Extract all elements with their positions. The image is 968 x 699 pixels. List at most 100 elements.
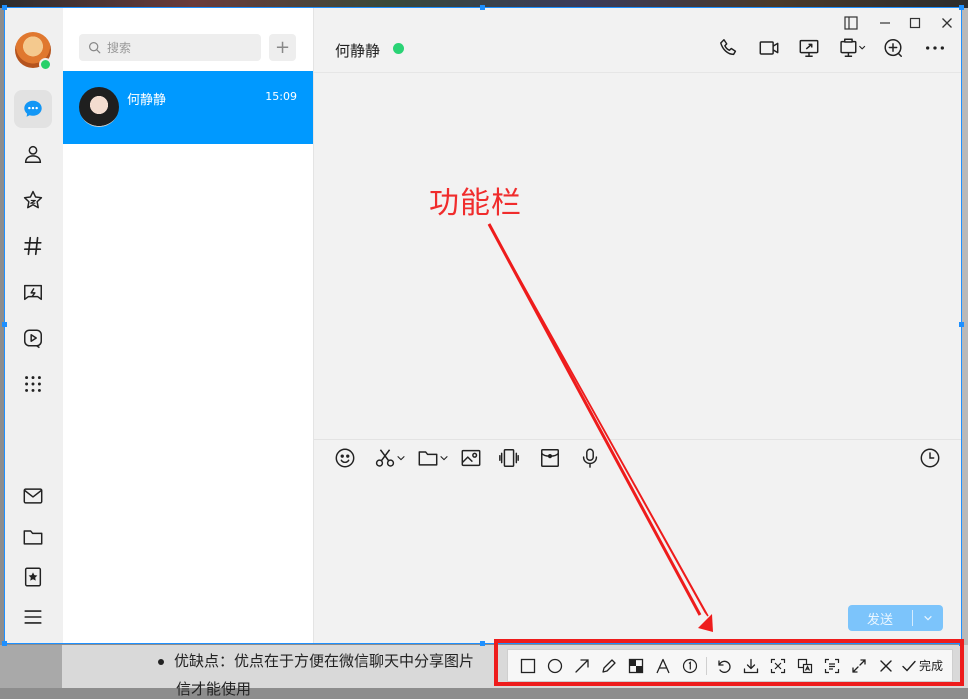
done-label: 完成 xyxy=(919,659,944,673)
voice-call-button[interactable] xyxy=(715,36,743,60)
video-call-button[interactable] xyxy=(755,36,783,60)
rectangle-tool[interactable] xyxy=(514,653,541,679)
save-tool[interactable] xyxy=(737,653,764,679)
minimize-button[interactable] xyxy=(874,12,896,34)
selection-handle[interactable] xyxy=(2,641,7,646)
background-article-text: 优缺点：优点在于方便在微信聊天中分享图片 信才能使用 xyxy=(158,650,474,698)
chevron-down-icon xyxy=(924,615,932,621)
sidebar-item-video[interactable] xyxy=(14,319,52,357)
chat-title: 何静静 xyxy=(335,42,381,60)
circle-icon xyxy=(547,658,562,673)
text-tool[interactable] xyxy=(649,653,676,679)
remote-desktop-icon xyxy=(840,38,866,57)
sidebar-item-contacts[interactable] xyxy=(14,135,52,173)
chevron-down-icon xyxy=(397,455,405,461)
clock-icon xyxy=(920,448,940,468)
add-button[interactable]: + xyxy=(269,34,296,61)
translate-tool[interactable] xyxy=(791,653,818,679)
folder-icon xyxy=(23,530,43,545)
screen-share-icon xyxy=(799,39,819,57)
maximize-button[interactable] xyxy=(904,12,926,34)
sidebar-item-collection[interactable] xyxy=(14,558,52,596)
pencil-icon xyxy=(601,658,616,673)
done-button[interactable]: 完成 xyxy=(899,653,945,679)
red-packet-icon xyxy=(541,449,559,467)
sidebar-item-games[interactable] xyxy=(14,273,52,311)
minimize-icon xyxy=(880,22,890,24)
send-image-button[interactable] xyxy=(460,446,482,470)
apps-grid-icon xyxy=(25,376,41,392)
mosaic-tool[interactable] xyxy=(622,653,649,679)
number-tool[interactable] xyxy=(676,653,703,679)
send-options-button[interactable] xyxy=(913,613,943,623)
sidebar-toggle-icon xyxy=(844,16,858,30)
search-placeholder: 搜索 xyxy=(107,41,132,55)
sidebar-item-apps[interactable] xyxy=(14,365,52,403)
screenshot-button[interactable] xyxy=(374,446,406,470)
add-to-chat-button[interactable] xyxy=(879,36,907,60)
undo-icon xyxy=(717,659,731,673)
send-button[interactable]: 发送 xyxy=(848,605,943,631)
search-input[interactable]: 搜索 xyxy=(79,34,261,61)
selection-handle[interactable] xyxy=(480,5,485,10)
ocr-tool[interactable] xyxy=(818,653,845,679)
close-button[interactable] xyxy=(936,12,958,34)
message-icon xyxy=(24,100,42,117)
pin-icon xyxy=(770,658,785,673)
more-icon xyxy=(926,46,944,50)
voice-message-button[interactable] xyxy=(579,446,601,470)
screen-share-button[interactable] xyxy=(795,36,823,60)
menu-icon xyxy=(24,610,42,624)
qq-window: 搜索 + 何静静 15:09 何静静 发送 xyxy=(4,7,962,644)
selection-handle[interactable] xyxy=(480,641,485,646)
numbered-circle-icon xyxy=(682,658,697,673)
chat-panel: 何静静 发送 xyxy=(314,8,961,643)
check-icon xyxy=(902,660,916,672)
sidebar-item-mail[interactable] xyxy=(14,477,52,515)
sidebar-item-channels[interactable] xyxy=(14,227,52,265)
undo-tool[interactable] xyxy=(710,653,737,679)
remote-assist-button[interactable] xyxy=(835,36,871,60)
collection-icon xyxy=(24,567,42,587)
more-options-button[interactable] xyxy=(921,36,949,60)
online-status-dot xyxy=(39,58,52,71)
selection-handle[interactable] xyxy=(959,322,964,327)
pen-tool[interactable] xyxy=(595,653,622,679)
chevron-down-icon xyxy=(440,455,448,461)
contact-avatar xyxy=(79,87,119,127)
expand-tool[interactable] xyxy=(845,653,872,679)
sidebar-item-favorites[interactable] xyxy=(14,181,52,219)
sidebar-item-menu[interactable] xyxy=(14,598,52,636)
pin-tool[interactable] xyxy=(764,653,791,679)
send-file-button[interactable] xyxy=(417,446,449,470)
conversation-item[interactable]: 何静静 15:09 xyxy=(63,71,313,144)
arrow-tool[interactable] xyxy=(568,653,595,679)
game-center-icon xyxy=(24,284,42,301)
article-line-2: 信才能使用 xyxy=(176,681,252,698)
screenshot-toolbar: 完成 xyxy=(507,649,953,682)
chat-history-button[interactable] xyxy=(919,446,941,470)
cancel-tool[interactable] xyxy=(872,653,899,679)
toolbar-separator xyxy=(706,656,707,675)
image-icon xyxy=(461,449,481,467)
ellipse-tool[interactable] xyxy=(541,653,568,679)
sidebar-item-files[interactable] xyxy=(14,518,52,556)
folder-icon xyxy=(418,451,438,466)
window-shake-button[interactable] xyxy=(498,446,520,470)
bullet-icon xyxy=(158,659,164,666)
selection-handle[interactable] xyxy=(2,322,7,327)
contact-time: 15:09 xyxy=(265,90,297,103)
red-packet-button[interactable] xyxy=(539,446,561,470)
contacts-icon xyxy=(24,145,42,163)
arrow-icon xyxy=(574,658,589,673)
send-label: 发送 xyxy=(866,612,893,628)
sidebar-item-messages[interactable] xyxy=(14,90,52,128)
background-page-margin xyxy=(0,645,62,688)
translate-icon xyxy=(797,658,812,673)
emoji-button[interactable] xyxy=(334,446,356,470)
sidebar xyxy=(5,8,63,643)
sidebar-toggle-button[interactable] xyxy=(840,12,862,34)
selection-handle[interactable] xyxy=(959,5,964,10)
online-status-dot xyxy=(393,43,404,54)
selection-handle[interactable] xyxy=(2,5,7,10)
